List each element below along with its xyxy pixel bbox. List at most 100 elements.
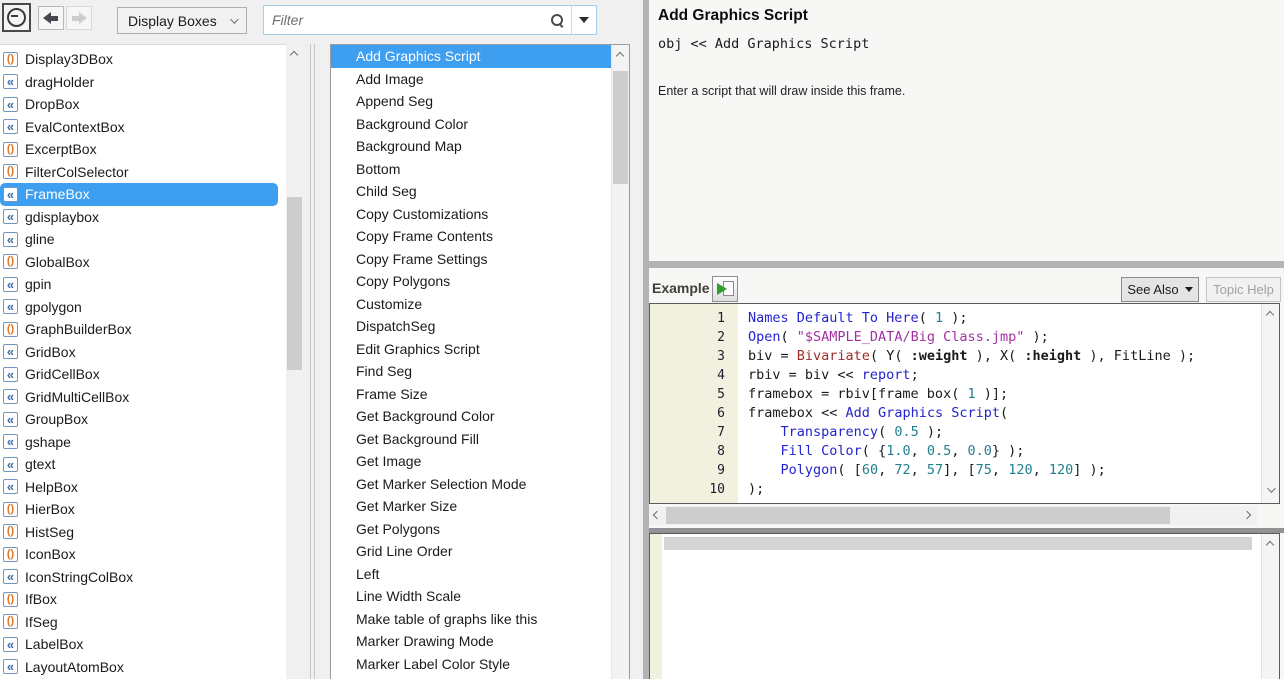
- list-item[interactable]: «dragHolder: [0, 71, 286, 94]
- list-item[interactable]: «gshape: [0, 431, 286, 454]
- scripting-index-window: Display Boxes ()Display3DBox«dragHolder«…: [0, 0, 1284, 679]
- list-item[interactable]: ()Display3DBox: [0, 48, 286, 71]
- see-also-button[interactable]: See Also: [1121, 277, 1199, 302]
- message-item[interactable]: Get Polygons: [331, 518, 612, 541]
- list-item[interactable]: «gtext: [0, 453, 286, 476]
- message-item[interactable]: Append Seg: [331, 90, 612, 113]
- scrollbar-thumb[interactable]: [287, 197, 302, 370]
- message-item[interactable]: Left: [331, 563, 612, 586]
- message-item[interactable]: Add Graphics Script: [331, 45, 612, 68]
- list-item[interactable]: «gline: [0, 228, 286, 251]
- list-item[interactable]: ()IconBox: [0, 543, 286, 566]
- scroll-right-icon[interactable]: [1243, 511, 1251, 519]
- message-icon: «: [3, 119, 18, 134]
- list-item[interactable]: «FrameBox: [0, 183, 278, 206]
- list-item[interactable]: ()HierBox: [0, 498, 286, 521]
- message-list-scrollbar[interactable]: [611, 45, 629, 679]
- list-item[interactable]: ()GraphBuilderBox: [0, 318, 286, 341]
- code-editor[interactable]: 12345678910 Names Default To Here( 1 );O…: [649, 303, 1280, 504]
- message-item[interactable]: Copy Frame Contents: [331, 225, 612, 248]
- message-item[interactable]: Frame Size: [331, 383, 612, 406]
- list-item[interactable]: ()GlobalBox: [0, 251, 286, 274]
- scrollbar-thumb[interactable]: [613, 71, 628, 184]
- category-dropdown[interactable]: Display Boxes: [117, 7, 247, 34]
- list-item-label: IfSeg: [25, 614, 58, 630]
- filter-input[interactable]: [264, 7, 550, 33]
- list-item[interactable]: «GridCellBox: [0, 363, 286, 386]
- list-item[interactable]: ()ExcerptBox: [0, 138, 286, 161]
- message-item[interactable]: DispatchSeg: [331, 315, 612, 338]
- back-arrow-icon: [43, 12, 59, 24]
- list-item-label: GridMultiCellBox: [25, 389, 129, 405]
- list-item[interactable]: «GridBox: [0, 341, 286, 364]
- message-item[interactable]: Add Image: [331, 68, 612, 91]
- list-item[interactable]: ()IfBox: [0, 588, 286, 611]
- message-item[interactable]: Marker Drawing Mode: [331, 630, 612, 653]
- message-item[interactable]: Bottom: [331, 158, 612, 181]
- scroll-up-icon[interactable]: [290, 51, 298, 59]
- message-item[interactable]: Background Map: [331, 135, 612, 158]
- list-item[interactable]: «gdisplaybox: [0, 206, 286, 229]
- scroll-up-icon[interactable]: [1266, 311, 1274, 319]
- message-item[interactable]: Get Background Fill: [331, 428, 612, 451]
- back-button[interactable]: [38, 6, 64, 30]
- code-scrollbar[interactable]: [1261, 304, 1279, 503]
- message-item[interactable]: Edit Graphics Script: [331, 338, 612, 361]
- message-icon: «: [3, 389, 18, 404]
- scrollbar-thumb[interactable]: [666, 507, 1170, 524]
- scroll-up-icon[interactable]: [1266, 541, 1274, 549]
- message-item[interactable]: Find Seg: [331, 360, 612, 383]
- message-item[interactable]: Get Background Color: [331, 405, 612, 428]
- code-horizontal-scrollbar[interactable]: [649, 506, 1257, 525]
- list-item-label: GridCellBox: [25, 366, 100, 382]
- scroll-down-icon[interactable]: [1267, 484, 1275, 492]
- message-item[interactable]: Marker Label Color Style: [331, 653, 612, 676]
- message-icon: «: [3, 412, 18, 427]
- filter-dropdown-arrow-icon[interactable]: [579, 17, 589, 23]
- circle-minus-button[interactable]: [2, 3, 31, 32]
- message-item[interactable]: Child Seg: [331, 180, 612, 203]
- list-item[interactable]: «GroupBox: [0, 408, 286, 431]
- list-item[interactable]: «LabelBox: [0, 633, 286, 656]
- list-item[interactable]: «gpin: [0, 273, 286, 296]
- message-item[interactable]: Copy Polygons: [331, 270, 612, 293]
- scroll-left-icon[interactable]: [653, 511, 661, 519]
- message-item[interactable]: Make table of graphs like this: [331, 608, 612, 631]
- message-item[interactable]: Get Marker Selection Mode: [331, 473, 612, 496]
- divider: [310, 44, 311, 679]
- list-item[interactable]: ()HistSeg: [0, 521, 286, 544]
- list-item[interactable]: «EvalContextBox: [0, 116, 286, 139]
- output-scrollbar[interactable]: [1261, 534, 1279, 679]
- line-number: 9: [650, 461, 738, 480]
- code-line: Open( "$SAMPLE_DATA/Big Class.jmp" );: [748, 328, 1261, 347]
- message-item[interactable]: Get Marker Size: [331, 495, 612, 518]
- line-number-gutter: 12345678910: [650, 304, 738, 503]
- list-item[interactable]: «LayoutAtomBox: [0, 656, 286, 679]
- output-panel[interactable]: [649, 533, 1280, 679]
- forward-button[interactable]: [66, 6, 92, 30]
- list-item[interactable]: «gpolygon: [0, 296, 286, 319]
- list-item[interactable]: « GridMultiCellBox: [0, 386, 286, 409]
- code-line: Names Default To Here( 1 );: [748, 309, 1261, 328]
- topic-help-button[interactable]: Topic Help: [1206, 277, 1281, 302]
- message-item[interactable]: Customize: [331, 293, 612, 316]
- left-list-scrollbar[interactable]: [286, 44, 303, 679]
- code-lines[interactable]: Names Default To Here( 1 );Open( "$SAMPL…: [738, 304, 1261, 503]
- message-item[interactable]: Copy Frame Settings: [331, 248, 612, 271]
- list-item[interactable]: ()FilterColSelector: [0, 161, 286, 184]
- message-item[interactable]: Copy Customizations: [331, 203, 612, 226]
- list-item-label: HelpBox: [25, 479, 78, 495]
- list-item[interactable]: «DropBox: [0, 93, 286, 116]
- message-item[interactable]: Grid Line Order: [331, 540, 612, 563]
- topic-help-label: Topic Help: [1213, 282, 1274, 297]
- horizontal-splitter[interactable]: [649, 261, 1284, 268]
- list-item[interactable]: «IconStringColBox: [0, 566, 286, 589]
- message-item[interactable]: Line Width Scale: [331, 585, 612, 608]
- list-item[interactable]: «HelpBox: [0, 476, 286, 499]
- scroll-up-icon[interactable]: [616, 52, 624, 60]
- divider: [314, 44, 315, 679]
- message-item[interactable]: Background Color: [331, 113, 612, 136]
- list-item[interactable]: ()IfSeg: [0, 611, 286, 634]
- message-item[interactable]: Get Image: [331, 450, 612, 473]
- run-script-button[interactable]: [712, 276, 738, 302]
